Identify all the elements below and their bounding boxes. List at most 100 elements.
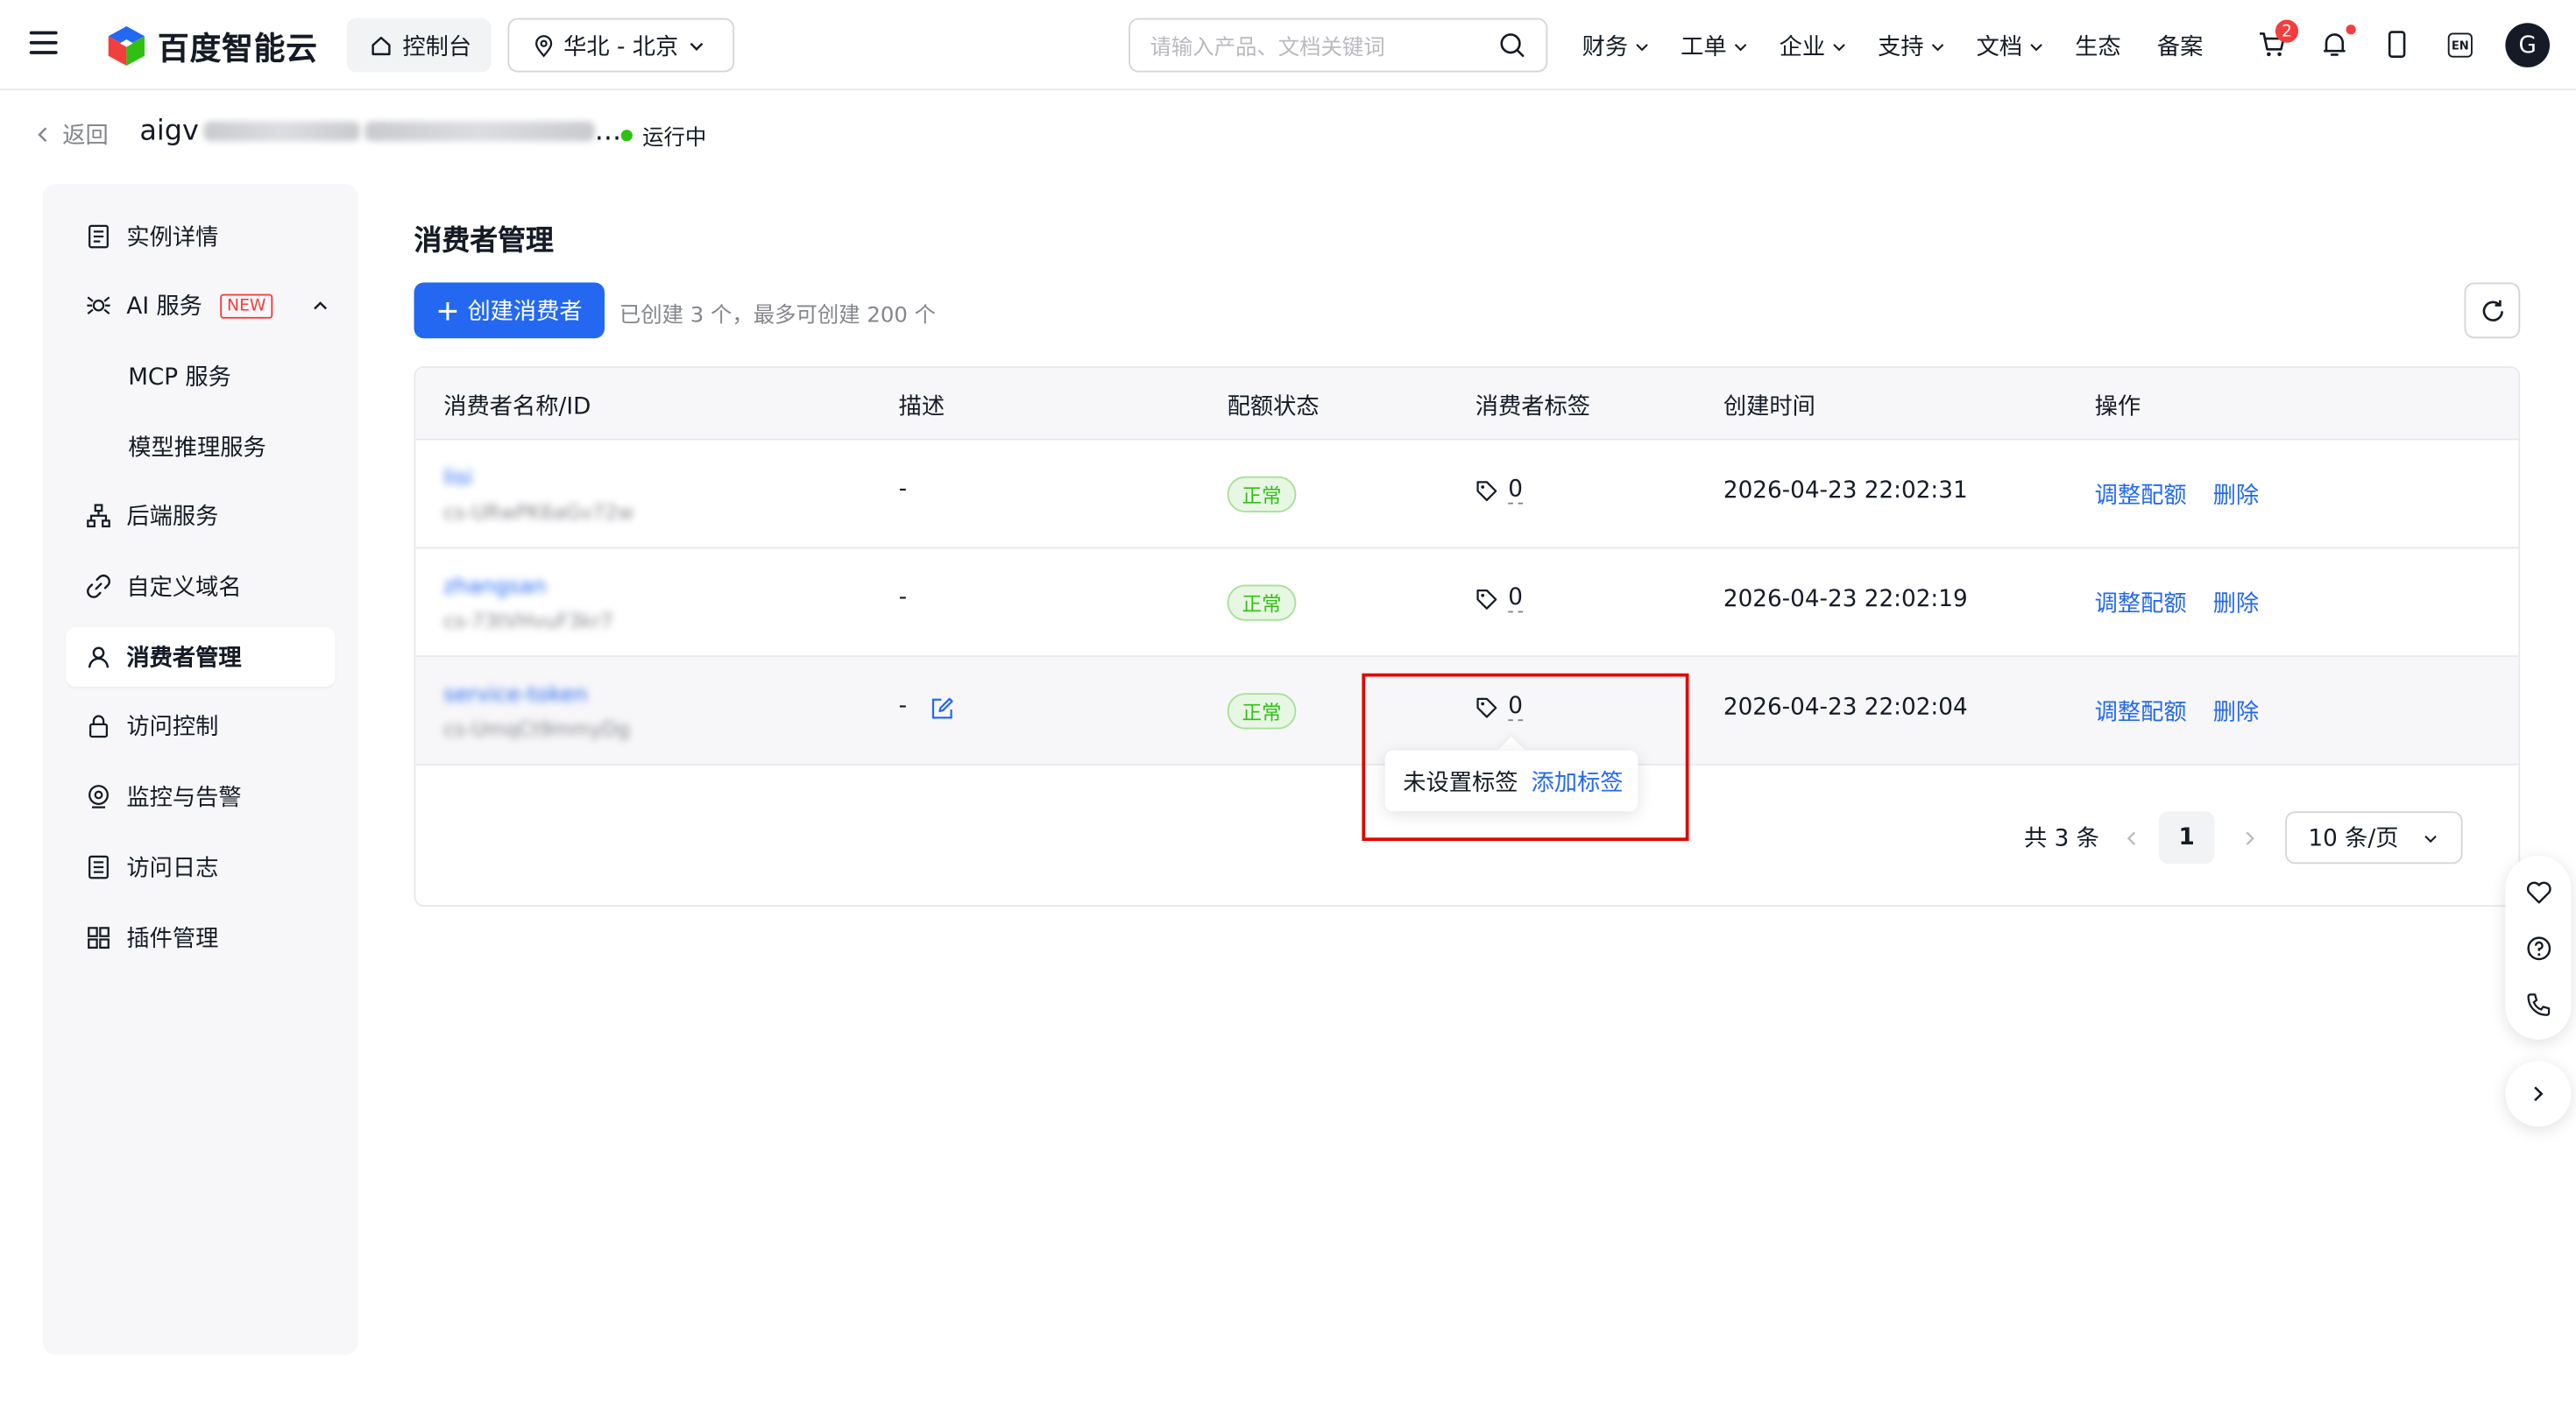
pagination-next[interactable]	[2238, 811, 2261, 864]
brand-name: 百度智能云	[158, 30, 318, 67]
top-nav: 财务 工单 企业 支持 文档 生态 备案	[1582, 30, 2240, 63]
plus-icon	[437, 301, 456, 320]
back-label: 返回	[62, 123, 109, 150]
status-badge: 正常	[1227, 476, 1297, 512]
grid-icon	[86, 925, 112, 951]
nav-ticket[interactable]: 工单	[1681, 30, 1750, 63]
language-switch[interactable]: EN	[2447, 32, 2473, 58]
search-icon[interactable]	[1498, 32, 1526, 60]
adjust-quota-link[interactable]: 调整配额	[2095, 695, 2187, 728]
avatar[interactable]: G	[2505, 23, 2550, 67]
nav-finance[interactable]: 财务	[1582, 30, 1652, 63]
sidebar-item-label: 访问日志	[126, 855, 219, 882]
sidebar-item-label: AI 服务	[126, 293, 202, 321]
bell-icon[interactable]	[2318, 28, 2352, 61]
instance-name-ellipsis: ...	[594, 115, 622, 148]
status-dot	[620, 130, 633, 142]
heart-icon[interactable]	[2523, 877, 2553, 907]
cart-badge: 2	[2275, 19, 2299, 43]
sidebar-item-monitoring[interactable]: 监控与告警	[66, 767, 336, 827]
column-header: 操作	[2094, 394, 2141, 420]
delete-link[interactable]: 删除	[2213, 586, 2260, 619]
chevron-right-icon	[2534, 1086, 2544, 1102]
console-page: 百度智能云 控制台 华北 - 北京 请输入产品、文档关键词 财务 工单 企业 支…	[0, 0, 2576, 1405]
column-header: 创建时间	[1723, 394, 1815, 420]
home-icon	[372, 35, 391, 55]
tag-count[interactable]: 0	[1508, 585, 1523, 613]
tag-count[interactable]: 0	[1508, 477, 1523, 505]
region-selector[interactable]: 华北 - 北京	[507, 18, 735, 73]
floating-expand-button[interactable]	[2505, 1061, 2572, 1127]
sidebar-item-model-inference[interactable]: 模型推理服务	[66, 417, 336, 477]
chevron-down-icon	[1734, 43, 1747, 51]
instance-name: aigv ...	[139, 115, 621, 148]
consumer-id: cs-73tVHvuF3kr7	[443, 609, 613, 632]
pagination-page[interactable]: 1	[2158, 811, 2215, 865]
monitor-icon	[86, 783, 112, 809]
consumer-tags[interactable]: 0	[1476, 477, 1523, 505]
phone-icon[interactable]	[2523, 989, 2553, 1019]
instance-status: 运行中	[620, 120, 707, 152]
brand-logo[interactable]: 百度智能云	[105, 23, 318, 69]
adjust-quota-link[interactable]: 调整配额	[2095, 478, 2187, 512]
consumer-description: -	[898, 476, 908, 503]
nav-docs[interactable]: 文档	[1977, 30, 2046, 63]
pagination-total: 共 3 条	[2024, 826, 2099, 853]
menu-icon[interactable]	[29, 31, 58, 58]
sidebar-item-plugin-management[interactable]: 插件管理	[66, 908, 336, 968]
nav-ticket-label: 工单	[1681, 34, 1727, 61]
page-size-select[interactable]: 10 条/页	[2285, 811, 2463, 865]
consumer-tags[interactable]: 0	[1476, 585, 1523, 613]
sidebar-item-instance-detail[interactable]: 实例详情	[66, 207, 336, 266]
consumer-name-link[interactable]: service-token	[443, 683, 587, 708]
consumer-name-link[interactable]: zhangsan	[443, 575, 546, 599]
create-consumer-button[interactable]: 创建消费者	[414, 282, 605, 339]
sidebar-item-access-log[interactable]: 访问日志	[66, 837, 336, 897]
sidebar-item-custom-domain[interactable]: 自定义域名	[66, 557, 336, 617]
chevron-right-icon	[2245, 830, 2254, 844]
consumer-name-link[interactable]: lisi	[443, 467, 472, 491]
sidebar-item-ai-service[interactable]: AI 服务 NEW	[66, 276, 336, 335]
adjust-quota-link[interactable]: 调整配额	[2095, 586, 2187, 619]
global-search-input[interactable]: 请输入产品、文档关键词	[1129, 18, 1548, 73]
back-link[interactable]: 返回	[33, 118, 109, 152]
ai-icon	[86, 293, 112, 319]
refresh-button[interactable]	[2464, 282, 2521, 339]
nav-filing[interactable]: 备案	[2157, 30, 2204, 63]
link-icon	[86, 573, 112, 599]
column-header: 描述	[898, 394, 945, 420]
sidebar-item-label: 监控与告警	[126, 785, 242, 812]
instance-status-label: 运行中	[642, 126, 707, 152]
nav-support[interactable]: 支持	[1878, 30, 1947, 63]
user-icon	[86, 644, 112, 670]
sidebar-item-label: 实例详情	[126, 224, 219, 251]
sidebar-item-label: 插件管理	[126, 926, 219, 953]
status-badge: 正常	[1227, 693, 1297, 730]
hierarchy-icon	[86, 503, 112, 529]
consumer-id: cs-URwPK6aGv72w	[443, 500, 634, 525]
pagination-prev[interactable]	[2120, 811, 2142, 864]
notification-dot	[2346, 25, 2356, 35]
chevron-up-icon[interactable]	[310, 296, 330, 316]
location-icon	[535, 34, 553, 57]
table-row: zhangsan cs-73tVHvuF3kr7 - 正常 0 2026-04-…	[415, 548, 2519, 657]
table-header: 消费者名称/ID 描述 配额状态 消费者标签 创建时间 操作	[415, 368, 2519, 441]
mobile-icon[interactable]	[2381, 28, 2414, 61]
console-button[interactable]: 控制台	[346, 18, 492, 73]
nav-finance-label: 财务	[1582, 34, 1629, 61]
edit-icon[interactable]	[930, 696, 954, 721]
delete-link[interactable]: 删除	[2213, 478, 2260, 512]
chevron-down-icon	[1931, 43, 1944, 51]
sidebar-item-mcp-service[interactable]: MCP 服务	[66, 347, 336, 406]
new-badge: NEW	[220, 293, 272, 318]
sidebar-item-backend-service[interactable]: 后端服务	[66, 486, 336, 546]
lock-icon	[86, 713, 112, 739]
sidebar-item-consumer-management[interactable]: 消费者管理	[66, 627, 336, 687]
nav-enterprise[interactable]: 企业	[1780, 30, 1849, 63]
sidebar-item-access-control[interactable]: 访问控制	[66, 696, 336, 756]
help-icon[interactable]	[2523, 933, 2553, 963]
nav-ecosystem[interactable]: 生态	[2075, 30, 2121, 63]
delete-link[interactable]: 删除	[2213, 695, 2260, 728]
chevron-down-icon	[690, 41, 704, 51]
chevron-left-icon	[2126, 830, 2135, 844]
